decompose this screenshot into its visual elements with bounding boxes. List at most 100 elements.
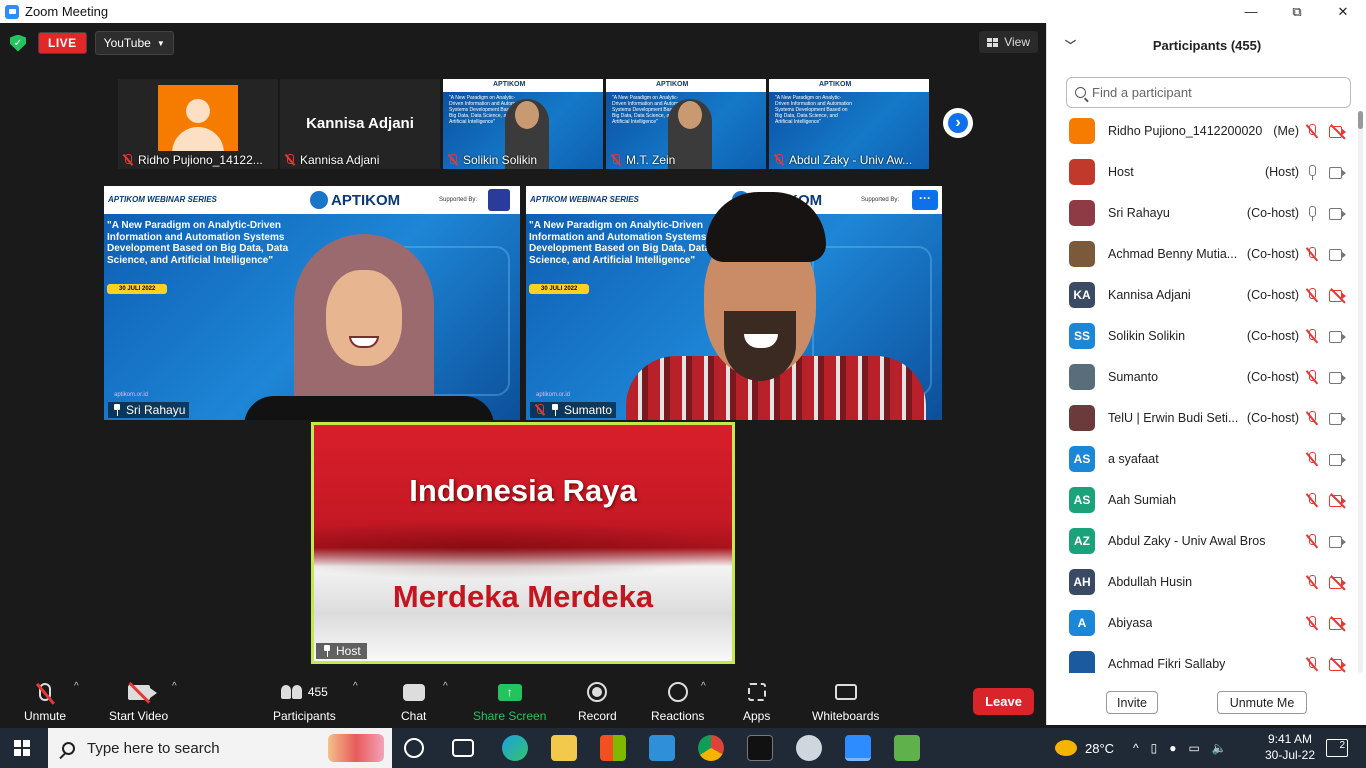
video-camera-icon[interactable] (1329, 536, 1347, 548)
cortana-icon[interactable] (404, 738, 424, 758)
windows-start-button[interactable] (14, 740, 30, 756)
video-thumb-abdul-zaky[interactable]: APTIKOM "A New Paradigm on Analytic-Drive… (769, 79, 929, 169)
participant-list-scrollbar[interactable] (1358, 111, 1363, 673)
video-camera-icon[interactable] (1329, 413, 1347, 425)
muted-mic-icon[interactable] (1305, 657, 1319, 673)
live-badge[interactable]: LIVE (38, 32, 87, 54)
share-screen-button[interactable]: ↑ Share Screen (473, 679, 546, 723)
security-shield-icon[interactable] (10, 34, 26, 52)
muted-mic-icon[interactable] (1305, 411, 1319, 427)
muted-mic-icon[interactable] (1305, 329, 1319, 345)
weather-widget[interactable]: 28°C (1055, 728, 1114, 768)
video-camera-icon[interactable] (1329, 331, 1347, 343)
video-camera-icon[interactable] (1329, 372, 1347, 384)
task-view-icon[interactable] (452, 739, 474, 757)
participants-button[interactable]: 455 Participants (273, 679, 336, 723)
microphone-tray-icon[interactable]: ● (1169, 741, 1176, 755)
participant-row[interactable]: AZ Abdul Zaky - Univ Awal Bros (1047, 521, 1357, 562)
chrome-icon[interactable] (698, 735, 724, 761)
show-hidden-icons-chevron-icon[interactable]: ^ (1133, 741, 1139, 755)
unmute-button[interactable]: Unmute (24, 679, 66, 723)
device-icon[interactable]: ▯ (1151, 741, 1158, 755)
taskbar-search-box[interactable]: Type here to search (48, 728, 392, 768)
close-button[interactable]: ✕ (1320, 0, 1366, 23)
participant-row[interactable]: Ridho Pujiono_1412200020 (Me) (1047, 111, 1357, 152)
invite-button[interactable]: Invite (1106, 691, 1158, 714)
view-button[interactable]: View (979, 31, 1038, 53)
video-off-icon[interactable] (1329, 493, 1347, 509)
muted-mic-icon[interactable] (1305, 493, 1319, 509)
video-tile-sri-rahayu[interactable]: APTIKOM WEBINAR SERIES APTIKOM Supported… (104, 186, 520, 420)
minimize-button[interactable]: — (1228, 0, 1274, 23)
mail-icon[interactable] (649, 735, 675, 761)
video-off-icon[interactable] (1329, 657, 1347, 673)
video-camera-icon[interactable] (1329, 249, 1347, 261)
participant-row[interactable]: AS a syafaat (1047, 439, 1357, 480)
chat-button[interactable]: Chat (401, 679, 426, 723)
file-explorer-icon[interactable] (551, 735, 577, 761)
video-thumb-ridho[interactable]: Ridho Pujiono_14122... (118, 79, 278, 169)
video-off-icon[interactable] (1329, 288, 1347, 304)
video-camera-icon[interactable] (1329, 208, 1347, 220)
reactions-button[interactable]: Reactions (651, 679, 704, 723)
video-camera-icon[interactable] (1329, 167, 1347, 179)
chat-options-caret[interactable]: ^ (443, 681, 448, 692)
participants-options-caret[interactable]: ^ (353, 681, 358, 692)
muted-mic-icon[interactable] (1305, 616, 1319, 632)
video-off-icon[interactable] (1329, 616, 1347, 632)
collapse-panel-chevron-icon[interactable]: ﹀ (1065, 37, 1076, 53)
participant-row[interactable]: Sri Rahayu (Co-host) (1047, 193, 1357, 234)
participant-search-box[interactable] (1066, 77, 1351, 108)
microsoft-store-icon[interactable] (600, 735, 626, 761)
edge-browser-icon[interactable] (502, 735, 528, 761)
participant-search-input[interactable] (1092, 85, 1332, 100)
android-app-icon[interactable] (894, 735, 920, 761)
terminal-icon[interactable] (747, 735, 773, 761)
whiteboards-button[interactable]: Whiteboards (812, 679, 879, 723)
next-page-arrow-button[interactable]: › (943, 108, 973, 138)
participant-row[interactable]: Host (Host) (1047, 152, 1357, 193)
participant-row[interactable]: A Abiyasa (1047, 603, 1357, 644)
start-video-button[interactable]: Start Video (109, 679, 168, 723)
video-tile-host[interactable]: Indonesia Raya Merdeka Merdeka Host (311, 422, 735, 664)
video-options-caret[interactable]: ^ (172, 681, 177, 692)
stream-target-dropdown[interactable]: YouTube ▼ (94, 31, 174, 55)
participant-row[interactable]: SS Solikin Solikin (Co-host) (1047, 316, 1357, 357)
volume-icon[interactable]: 🔈 (1212, 741, 1227, 755)
participant-row[interactable]: KA Kannisa Adjani (Co-host) (1047, 275, 1357, 316)
video-off-icon[interactable] (1329, 124, 1347, 140)
leave-button[interactable]: Leave (973, 688, 1034, 715)
participant-row[interactable]: Achmad Benny Mutia... (Co-host) (1047, 234, 1357, 275)
muted-mic-icon[interactable] (1305, 452, 1319, 468)
zoom-taskbar-icon[interactable] (845, 735, 871, 761)
muted-mic-icon[interactable] (1305, 247, 1319, 263)
muted-mic-icon[interactable] (1305, 124, 1319, 140)
more-options-button[interactable]: ··· (912, 190, 938, 210)
record-button[interactable]: Record (578, 679, 617, 723)
notification-center-icon[interactable]: 2 (1326, 739, 1348, 757)
network-icon[interactable]: ▭ (1189, 741, 1200, 755)
system-clock[interactable]: 9:41 AM 30-Jul-22 (1262, 731, 1318, 763)
video-camera-icon[interactable] (1329, 454, 1347, 466)
muted-mic-icon[interactable] (1305, 575, 1319, 591)
apps-button[interactable]: Apps (743, 679, 770, 723)
video-thumb-solikin[interactable]: APTIKOM "A New Paradigm on Analytic-Drive… (443, 79, 603, 169)
muted-mic-icon[interactable] (1305, 534, 1319, 550)
video-thumb-zein[interactable]: APTIKOM "A New Paradigm on Analytic-Drive… (606, 79, 766, 169)
satellite-app-icon[interactable] (796, 735, 822, 761)
participant-row[interactable]: Sumanto (Co-host) (1047, 357, 1357, 398)
reactions-options-caret[interactable]: ^ (701, 681, 706, 692)
audio-options-caret[interactable]: ^ (74, 681, 79, 692)
microphone-icon[interactable] (1305, 165, 1319, 181)
participant-row[interactable]: Achmad Fikri Sallaby (1047, 644, 1357, 673)
maximize-button[interactable]: ⧉ (1274, 0, 1320, 23)
participant-row[interactable]: AS Aah Sumiah (1047, 480, 1357, 521)
unmute-me-button[interactable]: Unmute Me (1217, 691, 1307, 714)
participant-row[interactable]: AH Abdullah Husin (1047, 562, 1357, 603)
microphone-icon[interactable] (1305, 206, 1319, 222)
video-thumb-kannisa[interactable]: Kannisa Adjani Kannisa Adjani (280, 79, 440, 169)
muted-mic-icon[interactable] (1305, 370, 1319, 386)
muted-mic-icon[interactable] (1305, 288, 1319, 304)
video-off-icon[interactable] (1329, 575, 1347, 591)
participant-row[interactable]: TelU | Erwin Budi Seti... (Co-host) (1047, 398, 1357, 439)
